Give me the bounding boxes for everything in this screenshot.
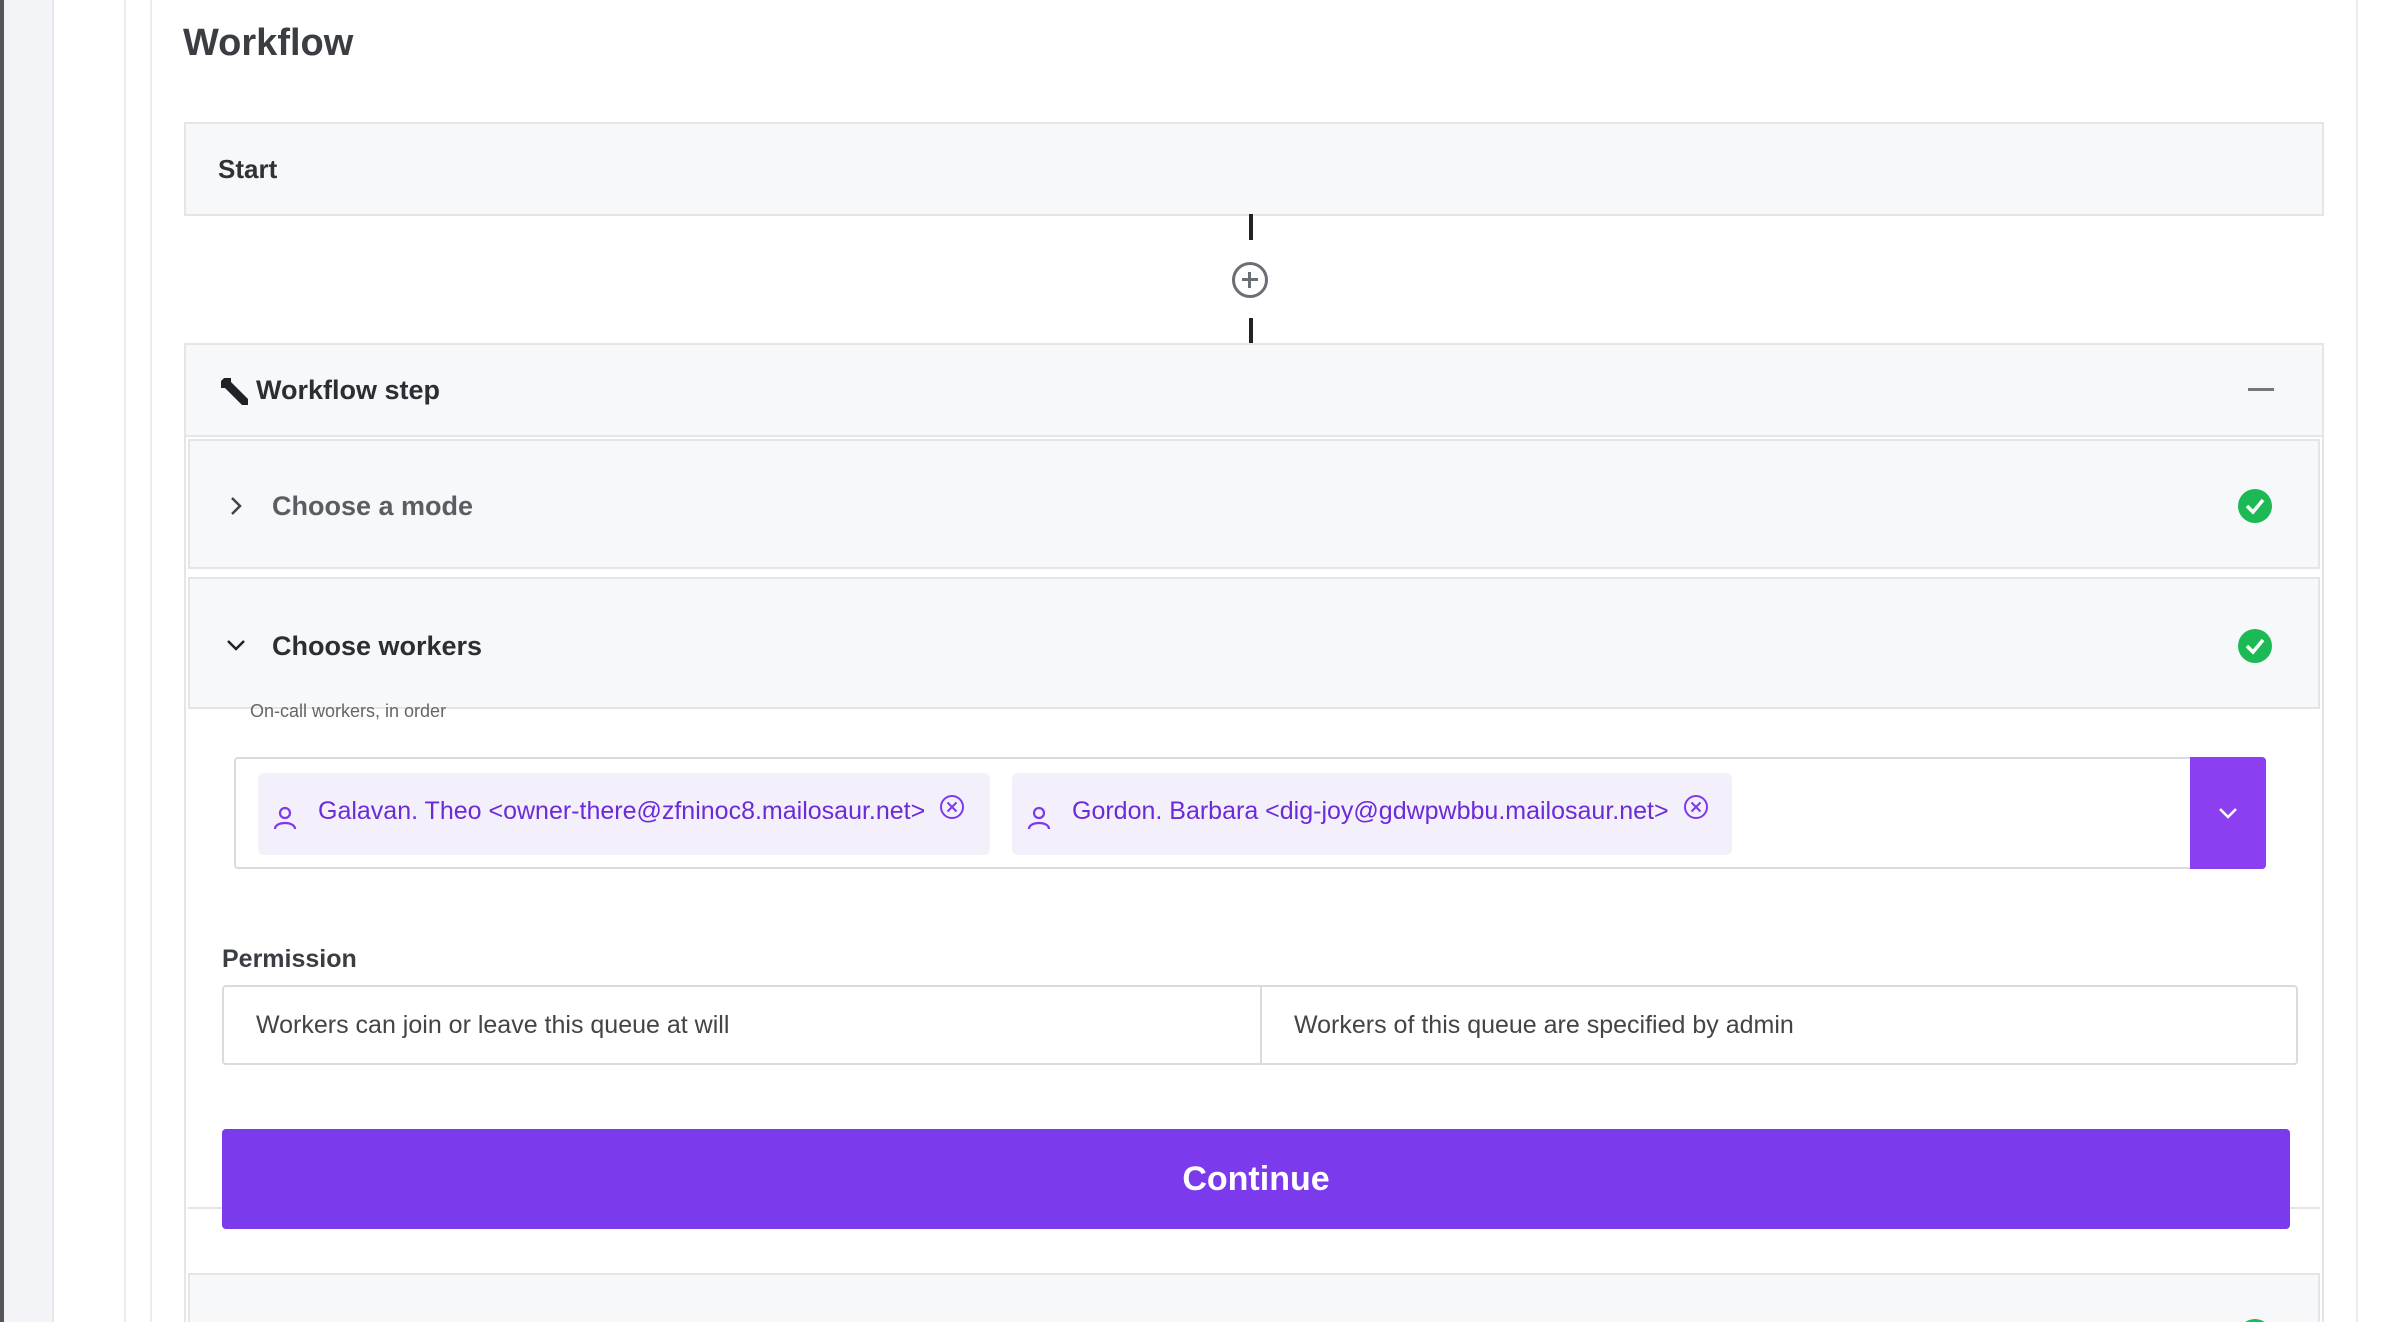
check-circle-icon <box>2238 629 2272 663</box>
chevron-down-icon <box>227 640 245 651</box>
step-title: Workflow step <box>256 375 441 405</box>
remove-chip-icon[interactable] <box>938 793 966 821</box>
remove-chip-icon[interactable] <box>1682 793 1710 821</box>
chevron-down-icon <box>2219 808 2237 819</box>
person-icon <box>273 806 297 830</box>
workers-field-label: On-call workers, in order <box>250 701 447 721</box>
section-next[interactable] <box>188 1273 2320 1322</box>
worker-chip: Galavan. Theo <owner-there@zfninoc8.mail… <box>258 773 990 855</box>
start-node: Start <box>184 122 2324 216</box>
collapse-icon[interactable] <box>2248 388 2274 391</box>
start-label: Start <box>218 154 278 184</box>
chevron-right-icon <box>231 497 242 515</box>
worker-chip-label: Galavan. Theo <owner-there@zfninoc8.mail… <box>318 797 926 825</box>
worker-chip: Gordon. Barbara <dig-joy@gdwpwbbu.mailos… <box>1012 773 1732 855</box>
wrench-icon <box>221 378 248 405</box>
window-edge <box>0 0 4 1322</box>
section-label: Choose a mode <box>272 491 474 521</box>
permission-label: Permission <box>222 945 357 973</box>
continue-button[interactable]: Continue <box>222 1129 2290 1229</box>
workflow-step: Workflow step Choose a mode Choose worke… <box>184 343 2324 1322</box>
gutter-line <box>150 0 152 1322</box>
permission-toggle-group: Workers can join or leave this queue at … <box>222 985 2298 1065</box>
section-choose-workers[interactable]: Choose workers <box>188 577 2320 709</box>
gutter-line <box>2356 0 2358 1322</box>
page-title: Workflow <box>183 22 354 64</box>
add-step-icon[interactable] <box>1232 262 1268 298</box>
check-circle-icon <box>2238 489 2272 523</box>
left-rail <box>0 0 54 1322</box>
connector-line <box>1249 318 1253 344</box>
section-label: Choose workers <box>272 631 483 661</box>
gutter-line <box>124 0 126 1322</box>
connector-line <box>1249 214 1253 240</box>
permission-option-admin[interactable]: Workers of this queue are specified by a… <box>1262 987 2296 1063</box>
section-choose-mode[interactable]: Choose a mode <box>188 439 2320 569</box>
workers-multiselect[interactable]: Galavan. Theo <owner-there@zfninoc8.mail… <box>234 757 2266 869</box>
worker-chip-label: Gordon. Barbara <dig-joy@gdwpwbbu.mailos… <box>1072 797 1669 825</box>
permission-option-open[interactable]: Workers can join or leave this queue at … <box>224 987 1262 1063</box>
person-icon <box>1027 806 1051 830</box>
workers-dropdown-button[interactable] <box>2190 757 2266 869</box>
step-header[interactable]: Workflow step <box>186 345 2322 437</box>
